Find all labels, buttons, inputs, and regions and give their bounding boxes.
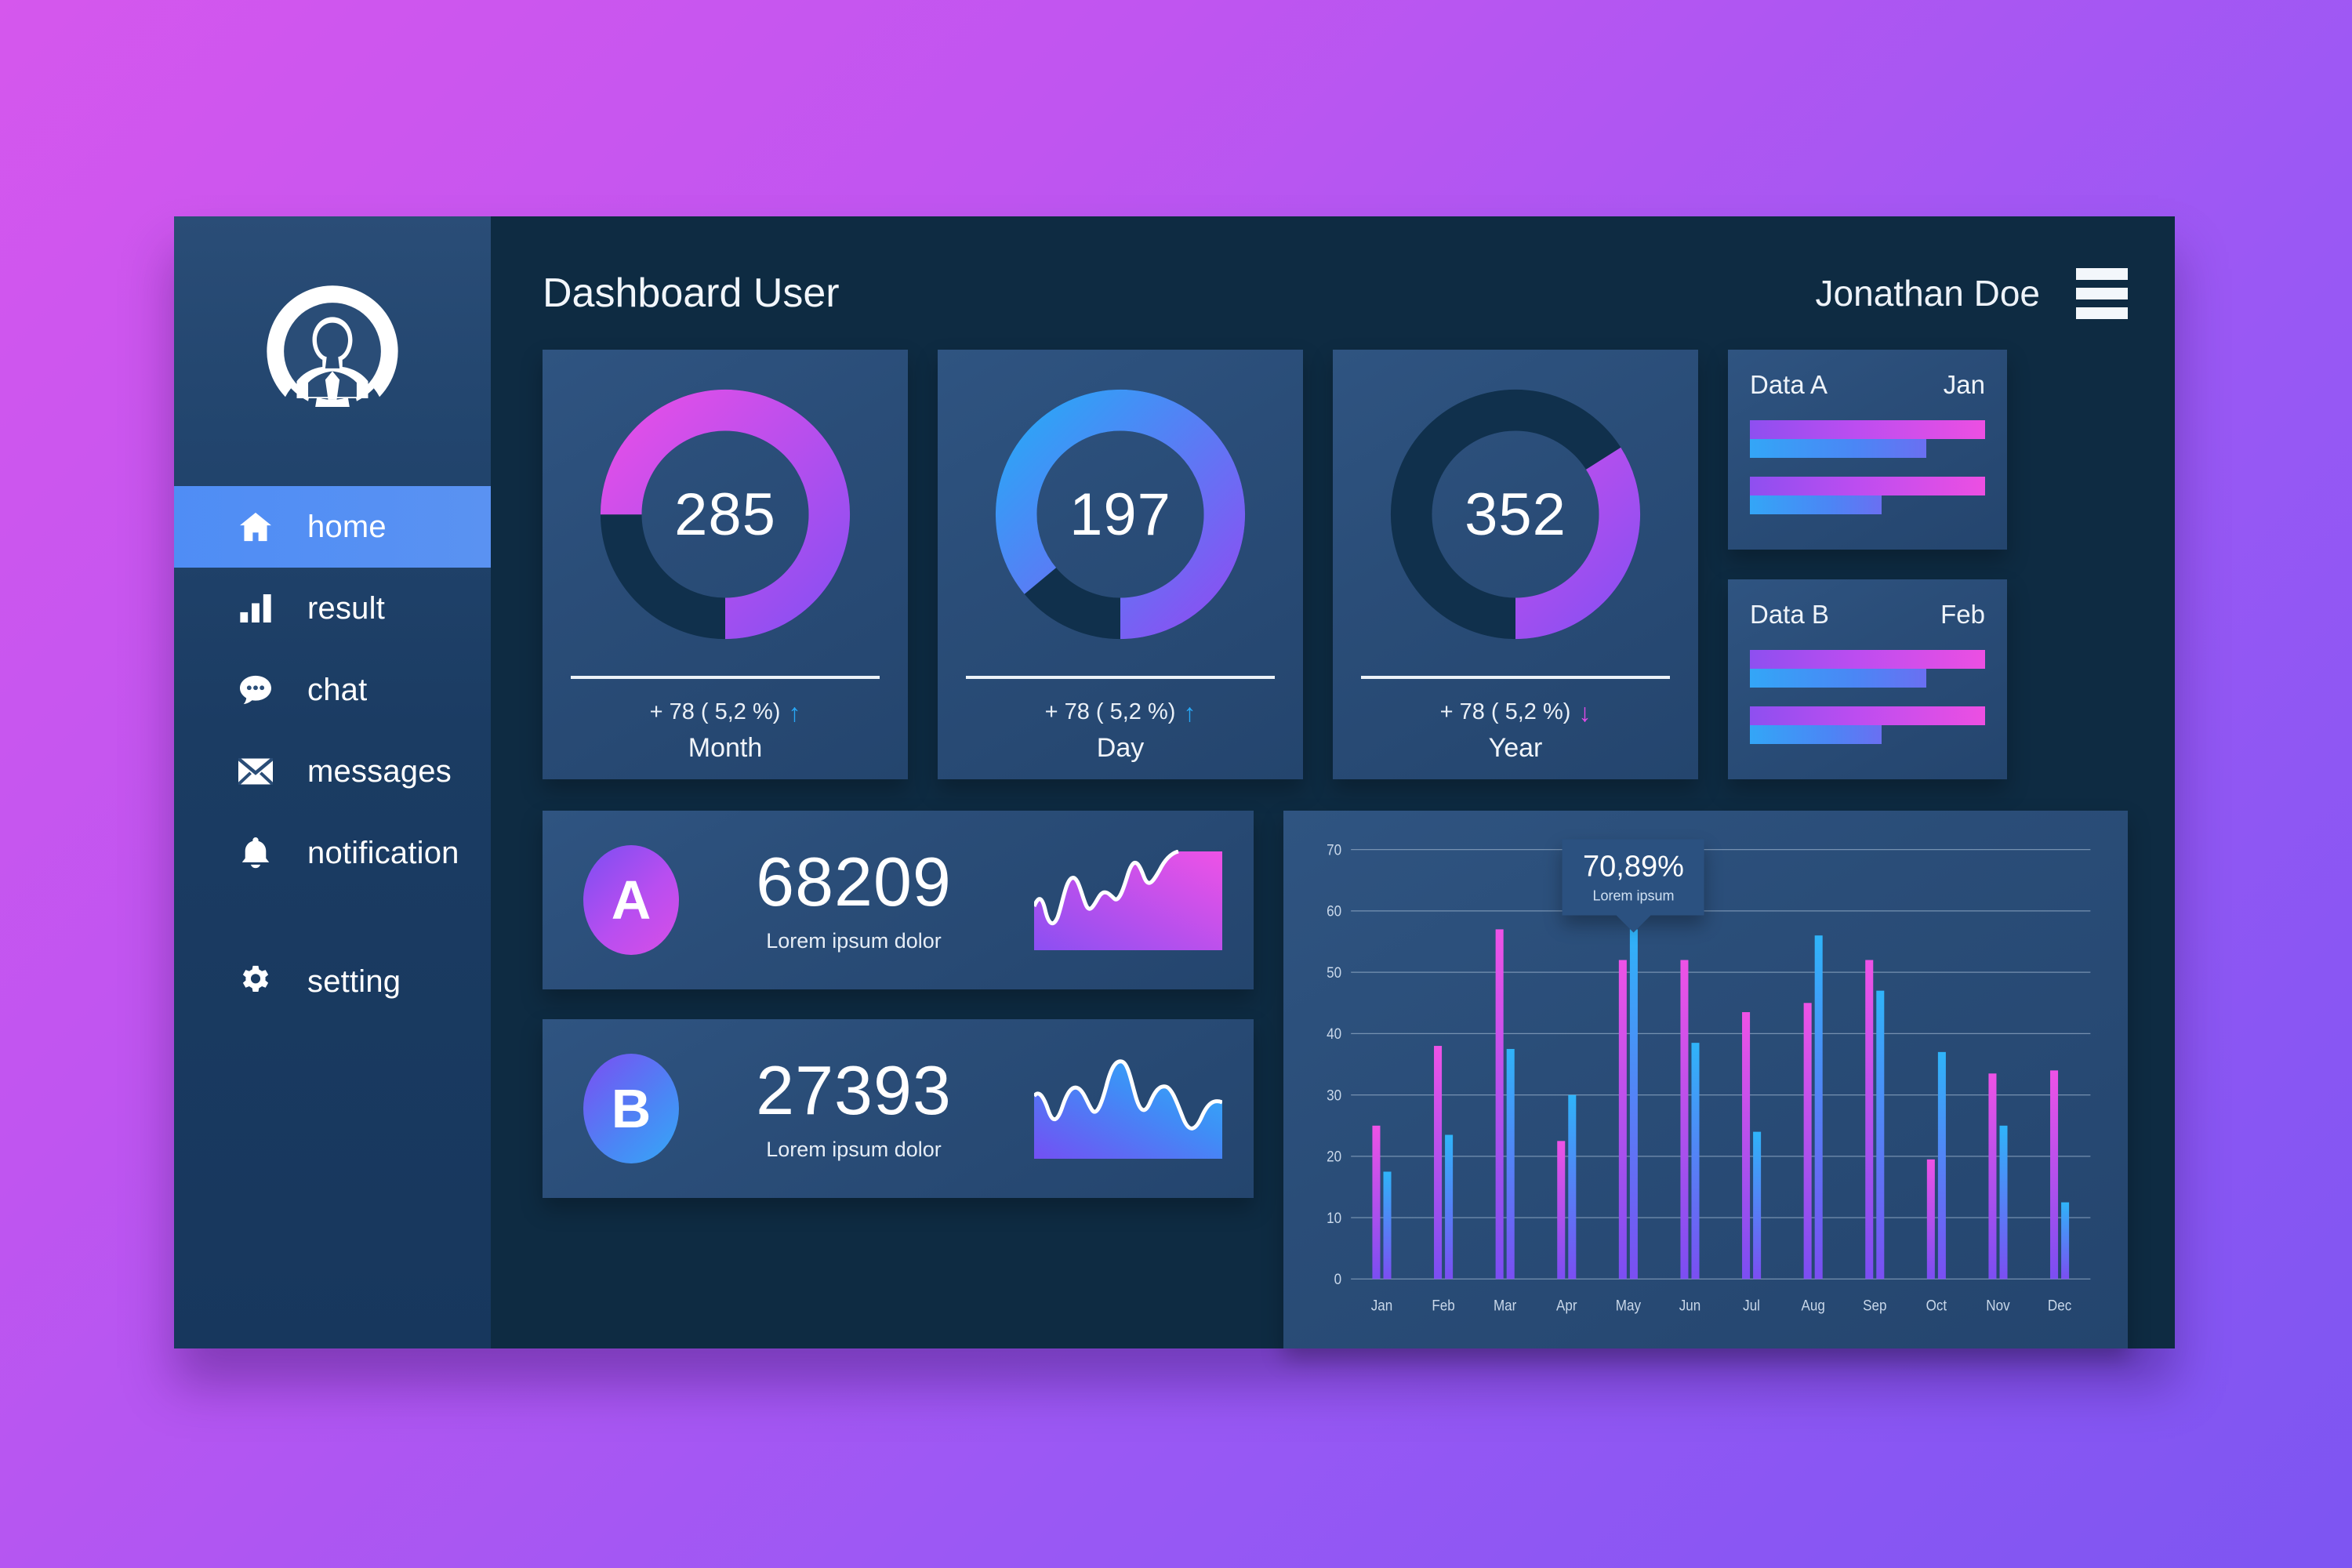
bar-group <box>1750 477 1985 514</box>
hamburger-menu-icon[interactable] <box>2076 267 2128 319</box>
data-card-month: Feb <box>1940 600 1985 629</box>
stat-card-a[interactable]: A 68209 Lorem ipsum dolor <box>543 811 1254 989</box>
arrow-up-icon: ↑ <box>1183 698 1196 727</box>
topbar: Dashboard User Jonathan Doe <box>543 251 2128 336</box>
tooltip-value: 70,89% <box>1583 850 1684 884</box>
badge-a: A <box>583 845 679 955</box>
bar-blue <box>1750 495 1882 514</box>
stat-text: 68209 Lorem ipsum dolor <box>717 842 991 953</box>
bar-pink <box>1750 650 1985 669</box>
monthly-bar-chart-card[interactable]: 0 10 20 30 40 50 60 70 Jan Feb Mar Apr May Jun Jul Aug S… <box>1283 811 2128 1348</box>
data-card-a[interactable]: Data A Jan <box>1728 350 2007 550</box>
gear-icon <box>238 964 273 999</box>
bar-group <box>1750 420 1985 458</box>
main-content: Dashboard User Jonathan Doe 285 + 78 (5… <box>491 216 2175 1348</box>
stat-value: 27393 <box>756 1051 952 1129</box>
stat-subtitle: Lorem ipsum dolor <box>766 928 942 953</box>
donut-card-year[interactable]: 352 + 78 ( 5,2 %) ↓ Year <box>1333 350 1698 779</box>
sidebar-item-label: chat <box>307 672 368 707</box>
divider <box>571 676 880 679</box>
chat-bubble-icon <box>238 673 273 707</box>
donut-delta-text: + 78 ( 5,2 %) <box>1439 699 1571 724</box>
sidebar-item-setting[interactable]: setting <box>174 941 491 1022</box>
donut-delta-text: + 78 ( 5,2 %) <box>1044 699 1176 724</box>
divider <box>1361 676 1670 679</box>
donut-period: Day <box>1096 733 1145 763</box>
divider <box>966 676 1275 679</box>
user-name: Jonathan Doe <box>1815 273 2040 314</box>
sparkline-area-pink <box>1033 850 1222 950</box>
stat-card-b[interactable]: B 27393 Lorem ipsum dolor <box>543 1019 1254 1198</box>
sidebar-item-result[interactable]: result <box>174 568 491 649</box>
tooltip-tail <box>1616 915 1651 933</box>
bar-group <box>1750 650 1985 688</box>
donut-delta: + 78 ( 5,2 %) ↑ <box>1045 699 1196 725</box>
sidebar-item-label: messages <box>307 753 452 789</box>
bar-pink <box>1750 706 1985 725</box>
stat-text: 27393 Lorem ipsum dolor <box>717 1051 991 1162</box>
sidebar-item-label: notification <box>307 835 459 870</box>
bar-pink <box>1750 477 1985 495</box>
donut-delta: + 78 ( 5,2 %) ↑ <box>650 699 801 725</box>
badge-b: B <box>583 1054 679 1163</box>
data-card-b[interactable]: Data B Feb <box>1728 579 2007 779</box>
stat-cards-column: A 68209 Lorem ipsum dolor B 27393 Lorem … <box>543 811 1254 1348</box>
stat-subtitle: Lorem ipsum dolor <box>766 1137 942 1161</box>
hamburger-bar <box>2076 267 2128 280</box>
avatar <box>174 216 491 486</box>
data-card-month: Jan <box>1943 370 1985 399</box>
user-avatar-icon <box>267 285 398 407</box>
donut-chart: 197 <box>990 384 1250 644</box>
bar-blue <box>1750 725 1882 744</box>
sidebar-nav: home result chat messages notification s… <box>174 486 491 1110</box>
chart-tooltip: 70,89% Lorem ipsum <box>1563 839 1704 933</box>
donut-chart: 352 <box>1385 384 1646 644</box>
page-title: Dashboard User <box>543 270 840 316</box>
donut-value: 352 <box>1465 481 1566 548</box>
sparkline-area-blue <box>1033 1059 1222 1159</box>
bar-chart-icon <box>238 591 273 626</box>
bell-icon <box>238 836 273 870</box>
data-card-title: Data B <box>1750 600 1829 629</box>
donut-period: Month <box>688 733 763 763</box>
data-cards-column: Data A Jan Data B Feb <box>1728 350 2007 779</box>
data-card-header: Data A Jan <box>1750 370 1985 400</box>
envelope-icon <box>238 754 273 789</box>
donut-chart: 285 <box>595 384 855 644</box>
data-card-header: Data B Feb <box>1750 600 1985 630</box>
hamburger-bar <box>2076 307 2128 319</box>
sidebar-item-label: result <box>307 590 386 626</box>
donut-delta-text: + 78 ( 5,2 %) <box>649 699 781 724</box>
donut-card-day[interactable]: 197 + 78 ( 5,2 %) ↑ Day <box>938 350 1303 779</box>
sidebar-item-notification[interactable]: notification <box>174 812 491 894</box>
donut-value: 285 <box>674 481 776 548</box>
arrow-down-icon: ↓ <box>1578 698 1592 727</box>
bar-blue <box>1750 669 1926 688</box>
chart-area: 0 10 20 30 40 50 60 70 Jan Feb Mar Apr May Jun Jul Aug S… <box>1310 837 2096 1328</box>
bar-blue <box>1750 439 1926 458</box>
sidebar: home result chat messages notification s… <box>174 216 491 1348</box>
sidebar-item-messages[interactable]: messages <box>174 731 491 812</box>
topbar-right: Jonathan Doe <box>1815 267 2128 319</box>
lower-row: A 68209 Lorem ipsum dolor B 27393 Lorem … <box>543 811 2128 1348</box>
sidebar-item-label: setting <box>307 964 401 999</box>
bar-pink <box>1750 420 1985 439</box>
sidebar-item-home[interactable]: home <box>174 486 491 568</box>
sidebar-item-label: home <box>307 509 387 544</box>
donut-delta: + 78 ( 5,2 %) ↓ <box>1440 699 1592 725</box>
kpi-row: 285 + 78 ( 5,2 %) ↑ Month 197 + 78 (5,2… <box>543 350 2128 779</box>
tooltip-subtitle: Lorem ipsum <box>1592 887 1675 904</box>
donut-period: Year <box>1488 733 1543 763</box>
home-icon <box>238 510 273 544</box>
donut-card-month[interactable]: 285 + 78 ( 5,2 %) ↑ Month <box>543 350 908 779</box>
dashboard-window: home result chat messages notification s… <box>174 216 2175 1348</box>
data-card-title: Data A <box>1750 370 1828 399</box>
bar-group <box>1750 706 1985 744</box>
arrow-up-icon: ↑ <box>788 698 801 727</box>
donut-value: 197 <box>1069 481 1171 548</box>
sidebar-item-chat[interactable]: chat <box>174 649 491 731</box>
hamburger-bar <box>2076 287 2128 299</box>
stat-value: 68209 <box>756 842 952 920</box>
